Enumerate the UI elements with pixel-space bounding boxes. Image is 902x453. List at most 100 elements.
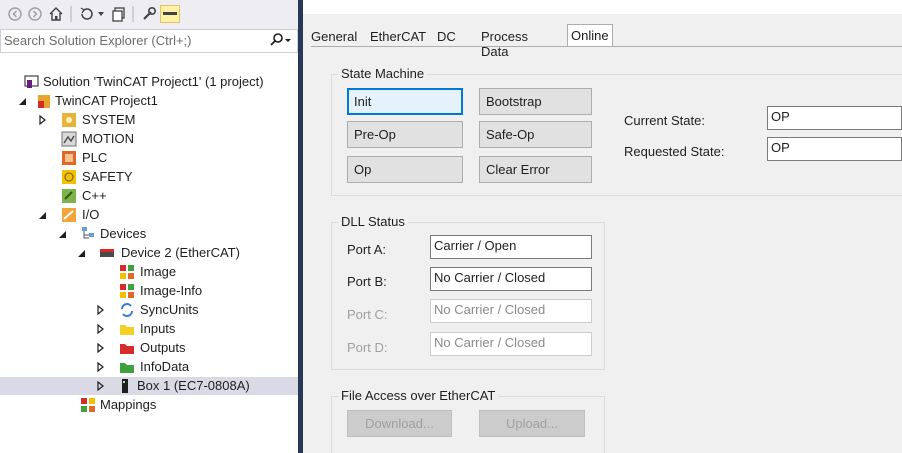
collapsed-arrow-icon[interactable] xyxy=(96,380,106,392)
cpp-icon xyxy=(61,188,77,204)
expanded-arrow-icon[interactable] xyxy=(38,209,48,221)
tree-item-label: PLC xyxy=(82,150,108,165)
requested-state-field: OP xyxy=(767,137,902,161)
tree-item-label: Device 2 (EtherCAT) xyxy=(121,245,240,260)
requested-state-label: Requested State: xyxy=(624,144,725,159)
dropdown-arrow-icon[interactable] xyxy=(96,5,106,23)
port-d-field: No Carrier / Closed xyxy=(430,332,592,356)
tree-item-label: Devices xyxy=(100,226,147,241)
clear-error-button[interactable]: Clear Error xyxy=(479,156,592,183)
upload-button[interactable]: Upload... xyxy=(479,410,585,437)
port-a-label: Port A: xyxy=(347,242,387,257)
port-d-label: Port D: xyxy=(347,340,388,355)
show-all-files-icon[interactable] xyxy=(110,5,128,23)
syncunits-icon xyxy=(119,302,135,318)
init-button[interactable]: Init xyxy=(347,88,463,115)
image-info-icon xyxy=(119,283,135,299)
collapsed-arrow-icon[interactable] xyxy=(96,342,106,354)
home-icon[interactable] xyxy=(46,5,66,23)
expanded-arrow-icon[interactable] xyxy=(18,95,28,107)
dll-status-title: DLL Status xyxy=(338,214,408,229)
plc-icon xyxy=(61,150,77,166)
tree-item-twincat-project[interactable]: TwinCAT Project1 xyxy=(0,92,298,110)
solution-icon xyxy=(24,74,40,90)
tab-divider xyxy=(311,46,902,47)
tree-item-label: Box 1 (EC7-0808A) xyxy=(137,378,250,393)
state-machine-title: State Machine xyxy=(338,66,428,81)
safety-icon xyxy=(61,169,77,185)
tree-item-image-info[interactable]: Image-Info xyxy=(0,282,298,300)
solution-explorer: Search Solution Explorer (Ctrl+;) Soluti… xyxy=(0,0,298,453)
tab-process-data[interactable]: Process Data xyxy=(481,26,528,59)
tab-general[interactable]: General xyxy=(311,26,357,47)
tree-item-label: Inputs xyxy=(140,321,176,336)
forward-icon[interactable] xyxy=(26,5,44,23)
tree-item-label: Mappings xyxy=(100,397,157,412)
tree-item-label: TwinCAT Project1 xyxy=(55,93,158,108)
tree-item-image[interactable]: Image xyxy=(0,263,298,281)
image-icon xyxy=(119,264,135,280)
editor-pane: General EtherCAT DC Process Data Online … xyxy=(303,0,902,453)
tree-item-devices[interactable]: Devices xyxy=(0,225,298,243)
tree-item-motion[interactable]: MOTION xyxy=(0,130,298,148)
tree-item-solution[interactable]: Solution 'TwinCAT Project1' (1 project) xyxy=(0,73,298,91)
tree-item-mappings[interactable]: Mappings xyxy=(0,396,298,414)
tree-item-plc[interactable]: PLC xyxy=(0,149,298,167)
preop-button[interactable]: Pre-Op xyxy=(347,121,463,148)
tree-item-label: SyncUnits xyxy=(140,302,199,317)
tab-ethercat[interactable]: EtherCAT xyxy=(370,26,426,47)
tree-item-outputs[interactable]: Outputs xyxy=(0,339,298,357)
tab-dc[interactable]: DC xyxy=(437,26,456,47)
tree-item-cpp[interactable]: C++ xyxy=(0,187,298,205)
tab-online[interactable]: Online xyxy=(567,24,613,47)
tree-item-label: C++ xyxy=(82,188,107,203)
tree-item-safety[interactable]: SAFETY xyxy=(0,168,298,186)
toolbar-separator xyxy=(70,6,72,22)
tree-item-box-1[interactable]: Box 1 (EC7-0808A) xyxy=(0,377,298,395)
twincat-project-icon xyxy=(36,93,52,109)
tree-item-label: Image xyxy=(140,264,177,279)
tree-item-device-2[interactable]: Device 2 (EtherCAT) xyxy=(0,244,298,262)
properties-icon[interactable] xyxy=(140,5,158,23)
current-state-label: Current State: xyxy=(624,113,705,128)
editor-top-strip xyxy=(303,0,902,14)
port-c-field: No Carrier / Closed xyxy=(430,299,592,323)
sync-icon[interactable] xyxy=(78,5,96,23)
toolbar-separator xyxy=(132,6,134,22)
tree-item-syncunits[interactable]: SyncUnits xyxy=(0,301,298,319)
tree-item-io[interactable]: I/O xyxy=(0,206,298,224)
port-a-field: Carrier / Open xyxy=(430,235,592,259)
back-icon[interactable] xyxy=(6,5,24,23)
expanded-arrow-icon[interactable] xyxy=(77,247,87,259)
port-b-field: No Carrier / Closed xyxy=(430,267,592,291)
inputs-icon xyxy=(119,321,135,337)
collapsed-arrow-icon[interactable] xyxy=(96,304,106,316)
search-icon[interactable] xyxy=(269,33,291,50)
tree-item-system[interactable]: SYSTEM xyxy=(0,111,298,129)
current-state-field: OP xyxy=(767,106,902,130)
collapsed-arrow-icon[interactable] xyxy=(96,323,106,335)
port-b-label: Port B: xyxy=(347,274,387,289)
ethercat-device-icon xyxy=(99,245,115,261)
motion-icon xyxy=(61,131,77,147)
tree-item-infodata[interactable]: InfoData xyxy=(0,358,298,376)
port-c-label: Port C: xyxy=(347,307,388,322)
tree-item-label: SYSTEM xyxy=(82,112,136,127)
devices-icon xyxy=(80,226,96,242)
tree-item-label: MOTION xyxy=(82,131,134,146)
io-icon xyxy=(61,207,77,223)
tree-item-label: Solution 'TwinCAT Project1' (1 project) xyxy=(43,74,264,89)
tree-item-label: I/O xyxy=(82,207,100,222)
preview-icon[interactable] xyxy=(160,5,180,23)
tree-item-inputs[interactable]: Inputs xyxy=(0,320,298,338)
download-button[interactable]: Download... xyxy=(347,410,452,437)
op-button[interactable]: Op xyxy=(347,156,463,183)
explorer-toolbar xyxy=(0,0,298,29)
collapsed-arrow-icon[interactable] xyxy=(96,361,106,373)
collapsed-arrow-icon[interactable] xyxy=(38,114,48,126)
expanded-arrow-icon[interactable] xyxy=(58,228,68,240)
file-access-title: File Access over EtherCAT xyxy=(338,388,499,403)
safeop-button[interactable]: Safe-Op xyxy=(479,121,592,148)
search-input[interactable]: Search Solution Explorer (Ctrl+;) xyxy=(0,29,298,53)
bootstrap-button[interactable]: Bootstrap xyxy=(479,88,592,115)
